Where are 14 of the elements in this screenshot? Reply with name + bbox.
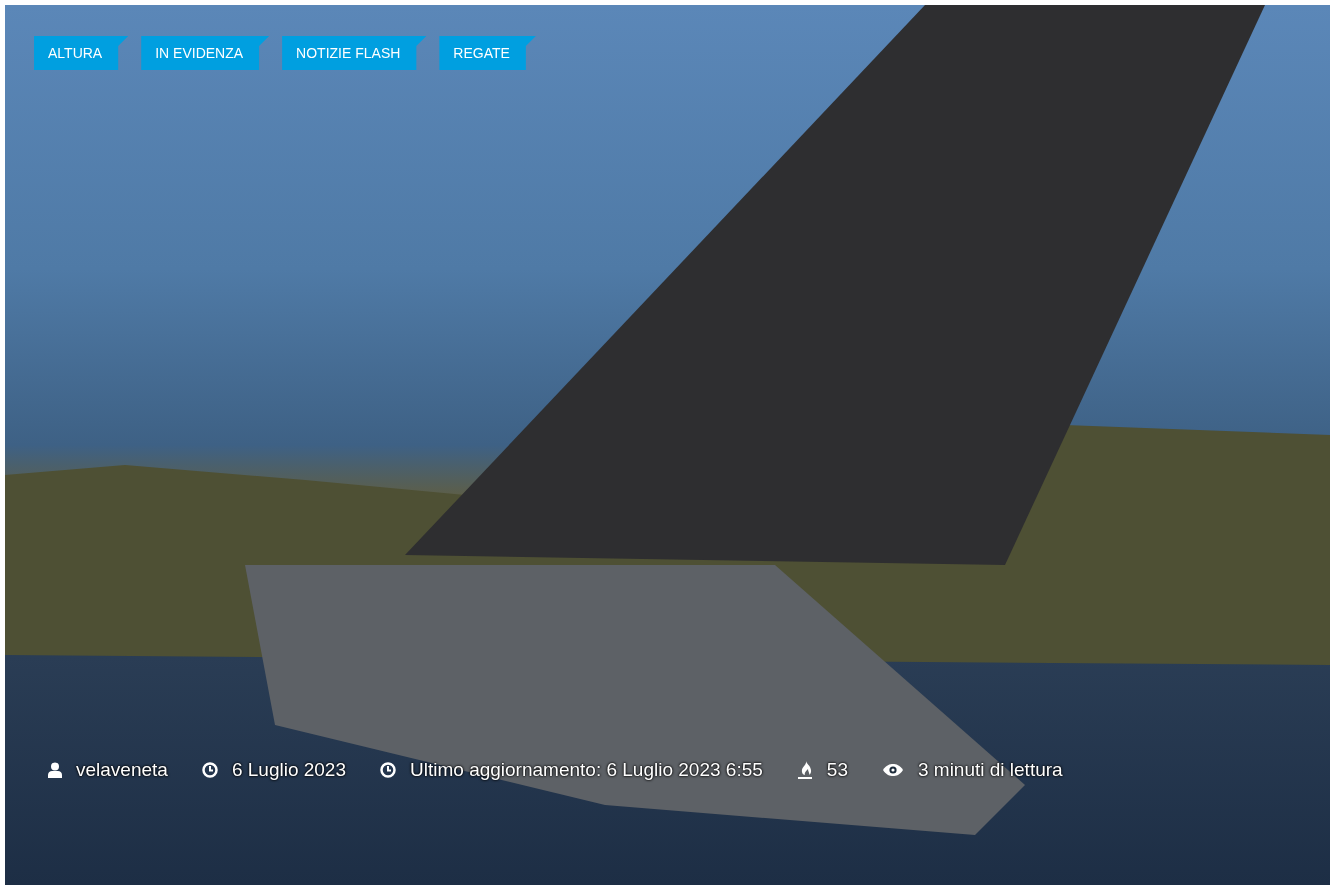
clock-icon (201, 762, 218, 778)
flame-icon (796, 761, 813, 779)
meta-text: 6 Luglio 2023 (231, 759, 346, 781)
category-tag[interactable]: IN EVIDENZA (141, 36, 270, 70)
user-icon (48, 762, 62, 778)
meta-text: 53 (826, 759, 848, 781)
category-tag[interactable]: ALTURA (34, 36, 129, 70)
meta-text: 3 minuti di lettura (917, 759, 1063, 781)
category-tag[interactable]: REGATE (439, 36, 536, 70)
eye-icon (881, 763, 904, 777)
clock-icon (380, 762, 396, 778)
meta-text: Ultimo aggiornamento: 6 Luglio 2023 6:55 (410, 759, 763, 781)
category-tag[interactable]: NOTIZIE FLASH (282, 36, 427, 70)
author-link[interactable]: velaveneta (76, 759, 168, 781)
